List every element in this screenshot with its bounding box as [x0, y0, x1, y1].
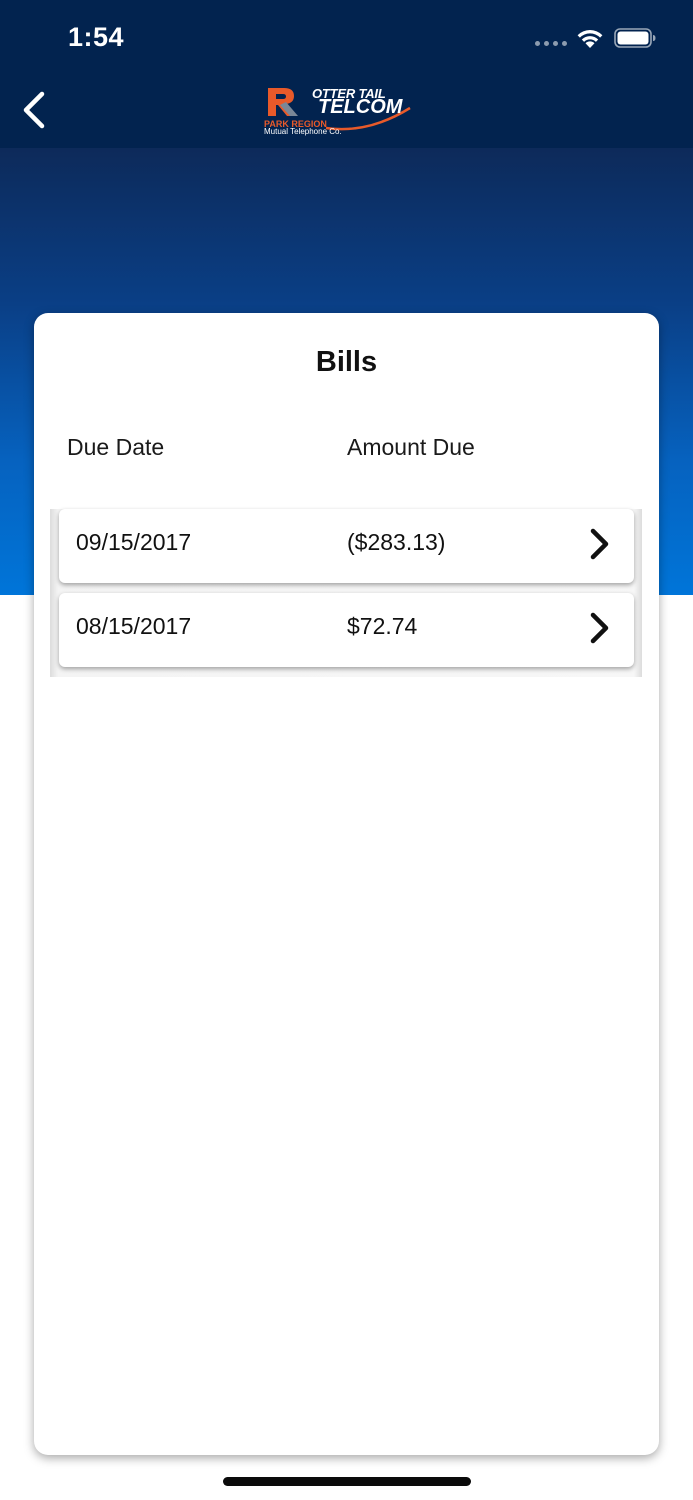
home-indicator[interactable]	[223, 1477, 471, 1486]
chevron-right-icon	[590, 528, 609, 560]
wifi-icon	[577, 30, 603, 48]
chevron-left-icon	[23, 91, 45, 129]
logo-text-mutual: Mutual Telephone Co.	[264, 127, 342, 136]
bill-row[interactable]: 08/15/2017 $72.74	[59, 593, 634, 667]
bill-due-date: 09/15/2017	[76, 529, 192, 555]
back-button[interactable]	[14, 86, 58, 134]
bill-amount: ($283.13)	[347, 529, 446, 555]
battery-icon	[614, 28, 656, 48]
page-title: Bills	[315, 346, 378, 378]
bills-list: 09/15/2017 ($283.13) 08/15/2017 $72.74	[50, 509, 642, 677]
due-date-column-header: Due Date	[67, 434, 165, 460]
logo-r-mark	[268, 88, 298, 116]
status-time: 1:54	[68, 22, 125, 52]
cellular-signal-icon	[535, 41, 567, 47]
bills-card: Bills Due Date Amount Due 09/15/2017 ($2…	[34, 313, 659, 1455]
bill-row[interactable]: 09/15/2017 ($283.13)	[59, 509, 634, 583]
company-logo: OTTER TAIL TELCOM PARK REGION Mutual Tel…	[262, 86, 414, 138]
amount-due-column-header: Amount Due	[347, 434, 475, 460]
navigation-bar: 1:54 OTTER TAIL TELCOM PARK REGION Mutua…	[0, 0, 693, 148]
bill-amount: $72.74	[347, 613, 418, 639]
chevron-right-icon	[590, 612, 609, 644]
logo-text-telcom: TELCOM	[318, 96, 403, 118]
bill-due-date: 08/15/2017	[76, 613, 192, 639]
